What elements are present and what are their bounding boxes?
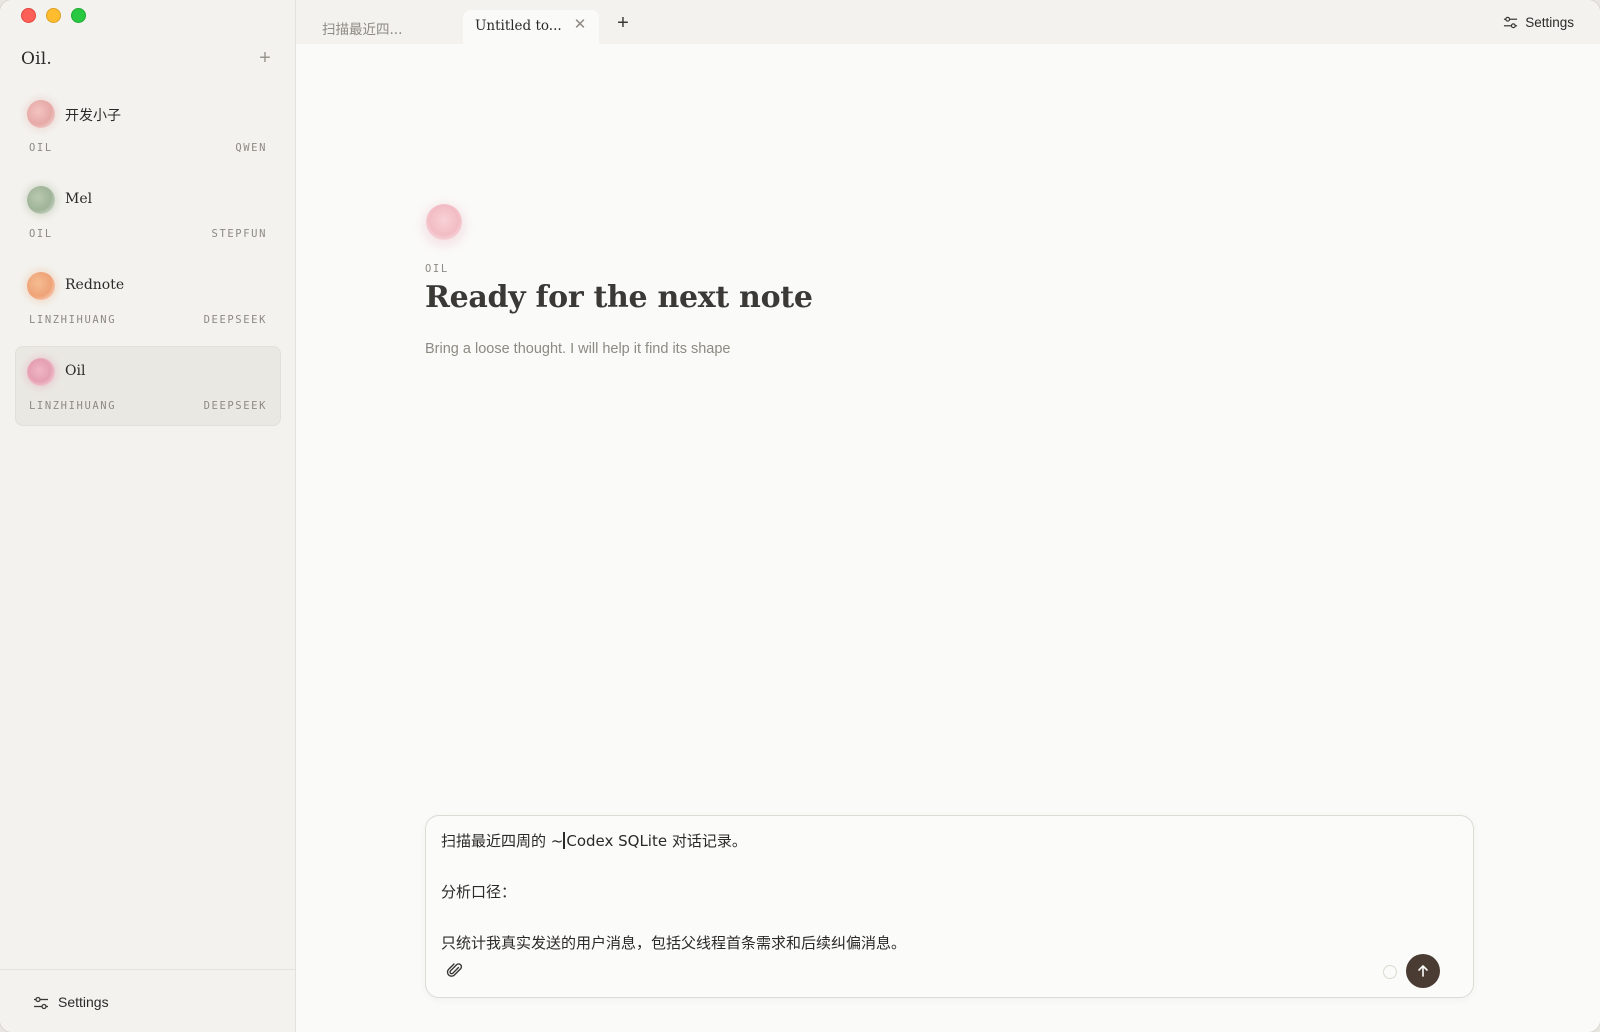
settings-button[interactable]: Settings <box>58 994 109 1010</box>
agent-model: DEEPSEEK <box>203 400 267 412</box>
tab-label: 扫描最近四... <box>322 22 403 38</box>
message-composer[interactable]: 扫描最近四周的 ~ Codex SQLite 对话记录。 分析口径： 只统计我真实… <box>425 815 1474 998</box>
sidebar-agent-item[interactable]: Rednote LINZHIHUANG DEEPSEEK <box>15 260 281 340</box>
agent-model: DEEPSEEK <box>203 314 267 326</box>
close-window-button[interactable] <box>21 8 36 23</box>
composer-line-3[interactable]: 只统计我真实发送的用户消息，包括父线程首条需求和后续纠偏消息。 <box>441 932 906 953</box>
agent-owner: LINZHIHUANG <box>29 314 117 326</box>
main-panel: OIL Ready for the next note Bring a loos… <box>296 44 1600 1032</box>
sidebar-agent-item[interactable]: Mel OIL STEPFUN <box>15 174 281 254</box>
composer-line-2[interactable]: 分析口径： <box>441 881 516 902</box>
agent-hero-avatar <box>426 204 462 240</box>
page-subtitle: Bring a loose thought. I will help it fi… <box>425 341 731 357</box>
agent-model: QWEN <box>235 142 267 154</box>
add-agent-button[interactable]: + <box>256 47 274 69</box>
agent-owner: LINZHIHUANG <box>29 400 117 412</box>
zoom-window-button[interactable] <box>71 8 86 23</box>
tab-label: Untitled to... <box>475 18 562 34</box>
sliders-icon[interactable] <box>33 995 49 1011</box>
arrow-up-icon <box>1418 965 1428 977</box>
agent-owner: OIL <box>29 142 53 154</box>
plus-icon: + <box>259 47 271 69</box>
send-button[interactable] <box>1406 954 1440 988</box>
agent-avatar <box>27 186 55 214</box>
tab-item-active[interactable]: Untitled to... ✕ <box>463 10 599 44</box>
sidebar-agent-item[interactable]: 开发小子 OIL QWEN <box>15 88 281 168</box>
sidebar: Oil. + 开发小子 OIL QWEN Mel OIL STEPFUN Red… <box>0 0 296 1032</box>
agent-owner: OIL <box>29 228 53 240</box>
plus-icon: + <box>617 12 629 34</box>
agent-name: 开发小子 <box>65 108 121 124</box>
composer-text-after-cursor: Codex SQLite 对话记录。 <box>566 832 747 850</box>
top-settings-button[interactable]: Settings <box>1503 12 1574 32</box>
agent-name: Rednote <box>65 277 125 293</box>
composer-line-1[interactable]: 扫描最近四周的 ~ Codex SQLite 对话记录。 <box>441 830 747 851</box>
agent-avatar <box>27 272 55 300</box>
status-indicator <box>1383 965 1397 979</box>
new-tab-button[interactable]: + <box>614 12 632 34</box>
settings-label: Settings <box>1525 14 1574 30</box>
agent-model: STEPFUN <box>211 228 267 240</box>
hero-owner: OIL <box>425 263 449 275</box>
agent-name: Mel <box>65 191 93 207</box>
sidebar-footer: Settings <box>0 969 296 1032</box>
sidebar-agent-item-active[interactable]: Oil LINZHIHUANG DEEPSEEK <box>15 346 281 426</box>
minimize-window-button[interactable] <box>46 8 61 23</box>
agent-avatar <box>27 358 55 386</box>
tab-item[interactable]: 扫描最近四... <box>310 10 448 44</box>
paperclip-icon[interactable] <box>446 961 464 979</box>
window-controls <box>21 8 86 23</box>
sliders-icon <box>1504 16 1518 28</box>
page-title: Ready for the next note <box>425 280 813 315</box>
app-window: Oil. + 开发小子 OIL QWEN Mel OIL STEPFUN Red… <box>0 0 1600 1032</box>
composer-text-before-cursor: 扫描最近四周的 ~ <box>441 832 564 850</box>
agent-name: Oil <box>65 363 86 379</box>
agent-avatar <box>27 100 55 128</box>
tab-bar: 扫描最近四... Untitled to... ✕ + Settings <box>296 0 1600 44</box>
close-icon[interactable]: ✕ <box>573 17 587 32</box>
brand-title: Oil. <box>21 49 53 69</box>
